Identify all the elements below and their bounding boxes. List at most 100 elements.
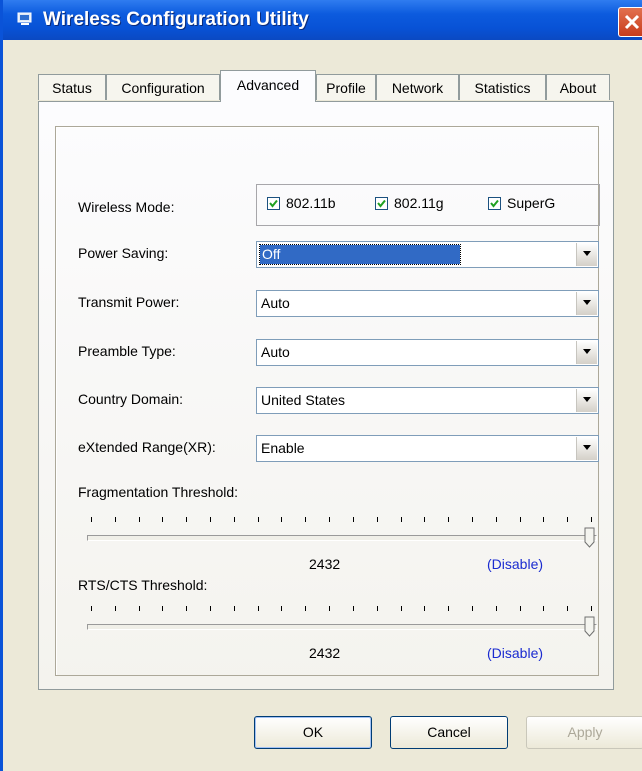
country-domain-select[interactable]: United States [256, 387, 599, 414]
extended-range-dropdown-button[interactable] [576, 437, 597, 460]
tab-profile[interactable]: Profile [316, 74, 376, 100]
fragmentation-threshold-label: Fragmentation Threshold: [78, 484, 239, 500]
slider-tick [210, 606, 211, 611]
power-saving-label: Power Saving: [78, 245, 169, 261]
fragmentation-threshold-slider[interactable] [87, 517, 600, 557]
slider-tick [210, 517, 211, 522]
slider-tick [520, 517, 521, 522]
slider-tick [305, 606, 306, 611]
slider-track[interactable] [87, 535, 597, 541]
cancel-button[interactable]: Cancel [390, 716, 508, 749]
slider-tick [305, 517, 306, 522]
chevron-down-icon [583, 445, 591, 450]
slider-tick [543, 517, 544, 522]
slider-tick [115, 606, 116, 611]
slider-tick [567, 606, 568, 611]
power-saving-dropdown-button[interactable] [576, 243, 597, 266]
country-domain-value: United States [261, 392, 346, 408]
fragmentation-threshold-status: (Disable) [487, 556, 544, 572]
power-saving-value: Off [258, 244, 462, 265]
slider-track[interactable] [87, 624, 597, 630]
slider-tick [472, 606, 473, 611]
checkbox-superg[interactable]: SuperG [488, 195, 555, 211]
slider-thumb[interactable] [584, 616, 595, 637]
tab-configuration[interactable]: Configuration [106, 74, 220, 100]
dialog-window: Wireless Configuration Utility Status Co… [0, 0, 642, 771]
preamble-type-dropdown-button[interactable] [576, 341, 597, 364]
slider-tick [91, 517, 92, 522]
tab-statistics[interactable]: Statistics [459, 74, 546, 100]
rts-cts-threshold-label: RTS/CTS Threshold: [78, 577, 208, 593]
chevron-down-icon [583, 349, 591, 354]
checkbox-80211g-label: 802.11g [394, 195, 444, 211]
ok-button[interactable]: OK [254, 716, 372, 749]
extended-range-select[interactable]: Enable [256, 435, 599, 462]
apply-button[interactable]: Apply [526, 716, 642, 749]
slider-tick [377, 606, 378, 611]
slider-tick [496, 606, 497, 611]
slider-tick [139, 606, 140, 611]
slider-tick [424, 606, 425, 611]
slider-tick [401, 517, 402, 522]
checkbox-80211b[interactable]: 802.11b [267, 195, 336, 211]
checkbox-superg-label: SuperG [507, 195, 556, 211]
close-icon [624, 14, 640, 30]
wireless-utility-icon [17, 12, 32, 25]
title-bar[interactable]: Wireless Configuration Utility [3, 0, 642, 40]
slider-tick [520, 606, 521, 611]
extended-range-value: Enable [261, 440, 305, 456]
tab-about[interactable]: About [546, 74, 610, 100]
slider-tick [448, 606, 449, 611]
slider-tick [329, 606, 330, 611]
checkbox-80211g-box[interactable] [375, 196, 388, 210]
slider-tick [401, 606, 402, 611]
tab-network[interactable]: Network [376, 74, 459, 100]
chevron-down-icon [583, 397, 591, 402]
checkbox-80211g[interactable]: 802.11g [375, 195, 444, 211]
slider-tick [353, 606, 354, 611]
wireless-mode-label: Wireless Mode: [78, 199, 175, 215]
slider-tick [472, 517, 473, 522]
country-domain-label: Country Domain: [78, 391, 184, 407]
checkmark-icon [377, 199, 386, 208]
slider-tick [162, 517, 163, 522]
country-domain-dropdown-button[interactable] [576, 389, 597, 412]
checkmark-icon [269, 199, 278, 208]
slider-thumb[interactable] [584, 527, 595, 548]
rts-cts-threshold-slider[interactable] [87, 606, 600, 646]
extended-range-label: eXtended Range(XR): [78, 439, 216, 455]
slider-tick [258, 517, 259, 522]
transmit-power-label: Transmit Power: [78, 294, 180, 310]
slider-tick [496, 517, 497, 522]
transmit-power-value: Auto [261, 295, 290, 311]
slider-tick [162, 606, 163, 611]
slider-tick [281, 517, 282, 522]
slider-ticks [91, 606, 592, 612]
slider-tick [234, 606, 235, 611]
checkmark-icon [490, 199, 499, 208]
slider-tick [139, 517, 140, 522]
slider-tick [591, 517, 592, 522]
preamble-type-select[interactable]: Auto [256, 339, 599, 366]
transmit-power-select[interactable]: Auto [256, 290, 599, 317]
checkbox-80211b-label: 802.11b [286, 195, 336, 211]
power-saving-select[interactable]: Off [256, 241, 599, 268]
slider-tick [115, 517, 116, 522]
slider-tick [258, 606, 259, 611]
slider-tick [186, 606, 187, 611]
checkbox-superg-box[interactable] [488, 196, 501, 210]
slider-tick [543, 606, 544, 611]
wireless-mode-group: 802.11b 802.11g SuperG [256, 184, 600, 226]
checkbox-80211b-box[interactable] [267, 196, 280, 210]
tab-advanced[interactable]: Advanced [220, 70, 316, 102]
preamble-type-value: Auto [261, 344, 290, 360]
fragmentation-threshold-value: 2432 [309, 556, 341, 572]
transmit-power-dropdown-button[interactable] [576, 292, 597, 315]
slider-tick [186, 517, 187, 522]
close-button[interactable] [618, 7, 642, 37]
tab-status[interactable]: Status [38, 74, 106, 100]
slider-tick [567, 517, 568, 522]
rts-cts-threshold-value: 2432 [309, 645, 341, 661]
rts-cts-threshold-status: (Disable) [487, 645, 544, 661]
slider-ticks [91, 517, 592, 523]
